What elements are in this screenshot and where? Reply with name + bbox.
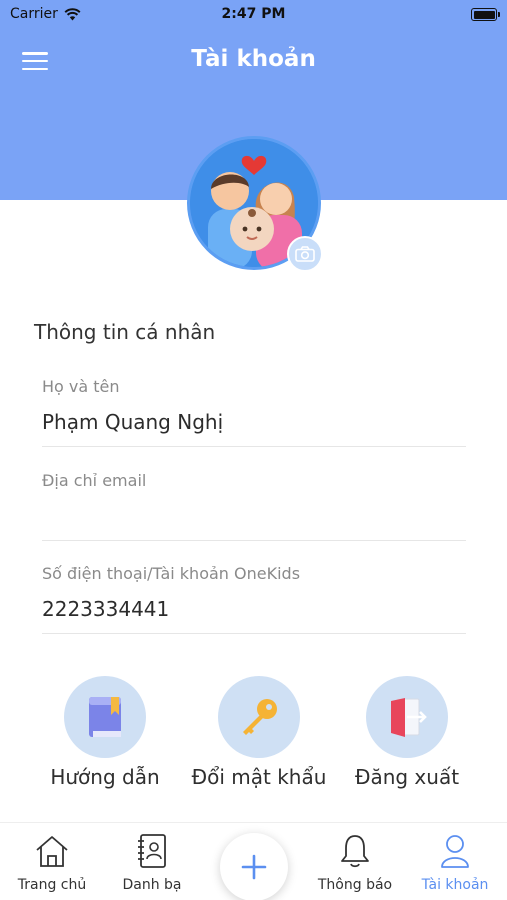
section-title: Thông tin cá nhân	[34, 320, 216, 344]
bottom-tab-bar: Trang chủ Danh bạ Thông báo Tài khoản	[0, 822, 507, 900]
guide-label: Hướng dẫn	[50, 765, 160, 789]
logout-button[interactable]: Đăng xuất	[327, 676, 487, 789]
status-bar: Carrier 2:47 PM	[0, 0, 507, 30]
plus-icon	[241, 854, 267, 880]
tab-label: Thông báo	[317, 877, 393, 893]
full-name-field[interactable]: Họ và tên Phạm Quang Nghị	[42, 377, 466, 447]
action-buttons: Hướng dẫn Đổi mật khẩu Đăng xuất	[0, 676, 507, 796]
change-password-label: Đổi mật khẩu	[191, 765, 327, 789]
guide-button[interactable]: Hướng dẫn	[25, 676, 185, 789]
logout-label: Đăng xuất	[354, 765, 460, 789]
page-title: Tài khoản	[191, 46, 316, 72]
change-password-button[interactable]: Đổi mật khẩu	[179, 676, 339, 789]
email-field[interactable]: Địa chỉ email	[42, 471, 466, 541]
phone-field[interactable]: Số điện thoại/Tài khoản OneKids 22233344…	[42, 564, 466, 634]
bell-icon	[305, 831, 405, 871]
user-icon	[405, 831, 505, 871]
camera-icon[interactable]	[287, 236, 323, 272]
tab-label: Danh bạ	[122, 877, 182, 893]
home-icon	[2, 831, 102, 871]
full-name-value[interactable]: Phạm Quang Nghị	[42, 410, 466, 436]
tab-label: Tài khoản	[421, 877, 489, 893]
email-value[interactable]	[42, 504, 466, 530]
add-button[interactable]	[220, 833, 288, 900]
field-label: Địa chỉ email	[42, 471, 147, 490]
tab-label: Trang chủ	[17, 877, 87, 893]
guide-book-icon	[64, 676, 146, 758]
logout-door-icon	[366, 676, 448, 758]
tab-contacts[interactable]: Danh bạ	[102, 831, 202, 893]
status-time: 2:47 PM	[221, 6, 286, 22]
field-label: Họ và tên	[42, 377, 120, 396]
key-icon	[218, 676, 300, 758]
profile-avatar[interactable]	[187, 136, 323, 272]
phone-value[interactable]: 2223334441	[42, 597, 466, 623]
tab-home[interactable]: Trang chủ	[2, 831, 102, 893]
field-label: Số điện thoại/Tài khoản OneKids	[42, 564, 301, 583]
battery-icon	[471, 8, 500, 21]
tab-notifications[interactable]: Thông báo	[305, 831, 405, 893]
tab-account[interactable]: Tài khoản	[405, 831, 505, 893]
contacts-icon	[102, 831, 202, 871]
